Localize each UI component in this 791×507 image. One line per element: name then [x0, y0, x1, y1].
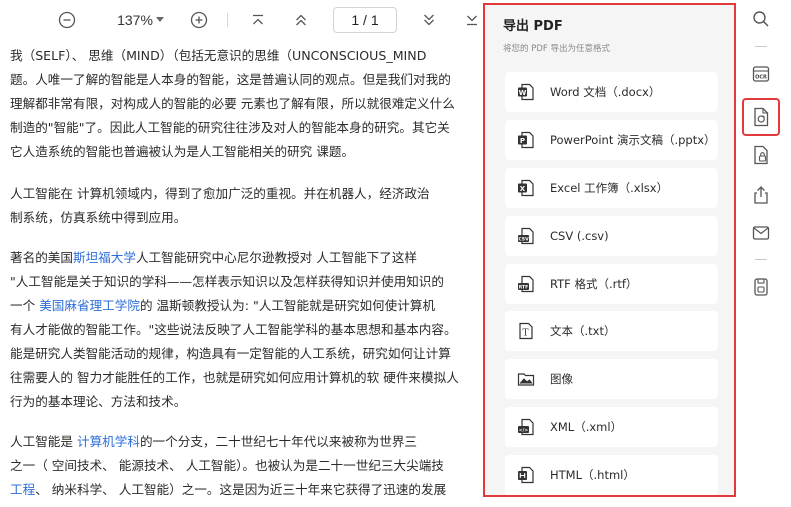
export-option[interactable]: CSV CSV (.csv): [505, 216, 718, 256]
document-text-line: 之一（ 空间技术、 能源技术、 人工智能）。也被认为是二十一世纪三大尖端技: [10, 456, 488, 476]
save-icon[interactable]: [750, 276, 772, 298]
rail-divider: [755, 259, 767, 260]
toolbar-divider: [227, 13, 228, 27]
export-option-label: RTF 格式（.rtf）: [550, 277, 638, 291]
panel-title: 导出 PDF: [503, 19, 563, 34]
svg-text:RTF: RTF: [519, 285, 529, 291]
hyperlink[interactable]: 美国麻省理工学院: [39, 298, 140, 313]
text-run: 理解都非常有限，对构成人的智能的必要 元素也了解有限，所以就很难定义什么: [10, 96, 455, 111]
text-run: 人工智能研究中心尼尔逊教授对 人工智能下了这样: [135, 250, 418, 265]
export-option[interactable]: W Word 文档（.docx）: [505, 72, 718, 112]
export-option[interactable]: P PowerPoint 演示文稿（.pptx）: [505, 120, 718, 160]
text-run: 的 温斯顿教授认为: "人工智能就是研究如何使计算机: [139, 298, 436, 313]
export-option-label: XML（.xml）: [550, 420, 623, 434]
right-tool-rail: OCR: [736, 0, 791, 507]
caret-down-icon[interactable]: [150, 7, 170, 33]
document-text-line: 题。人唯一了解的智能是人本身的智能，这是普遍认同的观点。但是我们对我的: [10, 70, 488, 90]
search-icon[interactable]: [750, 8, 772, 30]
text-run: 制造的"智能"了。因此人工智能的研究往往涉及对人的智能本身的研究。其它关: [10, 120, 450, 135]
pdf-toolbar: 137% 1 / 1: [0, 0, 483, 40]
svg-text:OCR: OCR: [755, 75, 767, 81]
ocr-icon[interactable]: OCR: [750, 63, 772, 85]
export-option[interactable]: T 文本（.txt）: [505, 311, 718, 351]
svg-text:CSV: CSV: [518, 237, 529, 243]
html-file-icon: [517, 466, 535, 484]
text-run: 、 纳米科学、 人工智能）之一。这是因为近三十年来它获得了迅速的发展: [35, 482, 447, 497]
document-text-line: 它人造系统的智能也普遍被认为是人工智能相关的研究 课题。: [10, 142, 488, 162]
text-run: 著名的美国: [10, 250, 73, 265]
export-option-label: 文本（.txt）: [550, 324, 616, 338]
export-option[interactable]: RTF RTF 格式（.rtf）: [505, 264, 718, 304]
xml-file-icon: </>: [517, 418, 535, 436]
text-run: 往需要人的 智力才能胜任的工作，也就是研究如何应用计算机的软 硬件来模拟人: [10, 370, 459, 385]
double-chevron-down-icon[interactable]: [418, 7, 440, 33]
document-text-line: 工程、 纳米科学、 人工智能）之一。这是因为近三十年来它获得了迅速的发展: [10, 480, 488, 500]
document-text-line: "人工智能是关于知识的学科——怎样表示知识以及怎样获得知识并使用知识的: [10, 272, 488, 292]
export-option[interactable]: HTML（.html）: [505, 455, 718, 495]
export-pdf-icon[interactable]: [750, 106, 772, 128]
text-run: 一个: [10, 298, 40, 313]
export-option-label: 图像: [550, 372, 573, 386]
word-doc-icon: W: [517, 83, 535, 101]
csv-file-icon: CSV: [517, 227, 535, 245]
powerpoint-icon: P: [517, 131, 535, 149]
export-option-label: Excel 工作簿（.xlsx）: [550, 181, 669, 195]
export-option-label: HTML（.html）: [550, 468, 635, 482]
export-option-label: Word 文档（.docx）: [550, 85, 661, 99]
document-text-line: 往需要人的 智力才能胜任的工作，也就是研究如何应用计算机的软 硬件来模拟人: [10, 368, 488, 388]
minus-circle-icon[interactable]: [55, 7, 79, 33]
hyperlink[interactable]: 计算机学科: [77, 434, 140, 449]
hyperlink[interactable]: 工程: [10, 482, 35, 497]
text-file-icon: T: [517, 322, 535, 340]
page-indicator[interactable]: 1 / 1: [333, 7, 397, 33]
to-bottom-icon[interactable]: [461, 7, 483, 33]
share-icon[interactable]: [750, 184, 772, 206]
export-option[interactable]: X Excel 工作簿（.xlsx）: [505, 168, 718, 208]
export-pdf-panel: 导出 PDF 将您的 PDF 导出为任意格式 W Word 文档（.docx） P P…: [483, 3, 736, 497]
text-run: 的一个分支，二十世纪七十年代以来被称为世界三: [139, 434, 418, 449]
text-run: 人工智能在 计算机领域内，得到了愈加广泛的重视。并在机器人，经济政治: [10, 186, 430, 201]
text-run: 行为的基本理论、方法和技术。: [10, 394, 187, 409]
export-option[interactable]: </> XML（.xml）: [505, 407, 718, 447]
document-text-line: 理解都非常有限，对构成人的智能的必要 元素也了解有限，所以就很难定义什么: [10, 94, 488, 114]
document-text-line: 一个 美国麻省理工学院的 温斯顿教授认为: "人工智能就是研究如何使计算机: [10, 296, 488, 316]
text-run: 题。人唯一了解的智能是人本身的智能，这是普遍认同的观点。但是我们对我的: [10, 72, 451, 87]
text-run: 之一（ 空间技术、 能源技术、 人工智能）。也被认为是二十一世纪三大尖端技: [10, 458, 444, 473]
image-folder-icon: [517, 370, 535, 388]
document-text-line: 我（SELF）、 思维（MIND）（包括无意识的思维（UNCONSCIOUS_M…: [10, 46, 488, 66]
plus-circle-icon[interactable]: [187, 7, 211, 33]
text-run: 制系统，仿真系统中得到应用。: [10, 210, 187, 225]
protect-file-icon[interactable]: [750, 144, 772, 166]
svg-text:</>: </>: [519, 428, 529, 434]
svg-text:P: P: [520, 137, 525, 145]
hyperlink[interactable]: 斯坦福大学: [73, 250, 136, 265]
document-text-line: 人工智能是 计算机学科的一个分支，二十世纪七十年代以来被称为世界三: [10, 432, 488, 452]
document-text-line: 能是研究人类智能活动的规律，构造具有一定智能的人工系统，研究如何让计算: [10, 344, 488, 364]
mail-icon[interactable]: [750, 222, 772, 244]
rail-divider: [755, 46, 767, 47]
panel-subtitle: 将您的 PDF 导出为任意格式: [503, 44, 610, 54]
document-text-line: 行为的基本理论、方法和技术。: [10, 392, 488, 412]
document-text-line: 著名的美国斯坦福大学人工智能研究中心尼尔逊教授对 人工智能下了这样: [10, 248, 488, 268]
text-run: "人工智能是关于知识的学科——怎样表示知识以及怎样获得知识并使用知识的: [10, 274, 444, 289]
text-run: 有人才能做的智能工作。"这些说法反映了人工智能学科的基本思想和基本内容。: [10, 322, 457, 337]
document-text-line: 有人才能做的智能工作。"这些说法反映了人工智能学科的基本思想和基本内容。: [10, 320, 488, 340]
document-text-line: 人工智能在 计算机领域内，得到了愈加广泛的重视。并在机器人，经济政治: [10, 184, 488, 204]
excel-icon: X: [517, 179, 535, 197]
document-text-line: 制造的"智能"了。因此人工智能的研究往往涉及对人的智能本身的研究。其它关: [10, 118, 488, 138]
svg-text:X: X: [520, 185, 526, 193]
svg-text:T: T: [522, 329, 528, 339]
export-option-label: CSV (.csv): [550, 229, 609, 243]
svg-text:W: W: [519, 89, 527, 97]
export-option[interactable]: 图像: [505, 359, 718, 399]
text-run: 能是研究人类智能活动的规律，构造具有一定智能的人工系统，研究如何让计算: [10, 346, 451, 361]
to-top-icon[interactable]: [247, 7, 269, 33]
rtf-file-icon: RTF: [517, 275, 535, 293]
document-text-line: 制系统，仿真系统中得到应用。: [10, 208, 488, 228]
text-run: 人工智能是: [10, 434, 77, 449]
export-option-label: PowerPoint 演示文稿（.pptx）: [550, 133, 716, 147]
text-run: 它人造系统的智能也普遍被认为是人工智能相关的研究 课题。: [10, 144, 355, 159]
text-run: 我（SELF）、 思维（MIND）（包括无意识的思维（UNCONSCIOUS_M…: [10, 48, 427, 63]
double-chevron-up-icon[interactable]: [290, 7, 312, 33]
